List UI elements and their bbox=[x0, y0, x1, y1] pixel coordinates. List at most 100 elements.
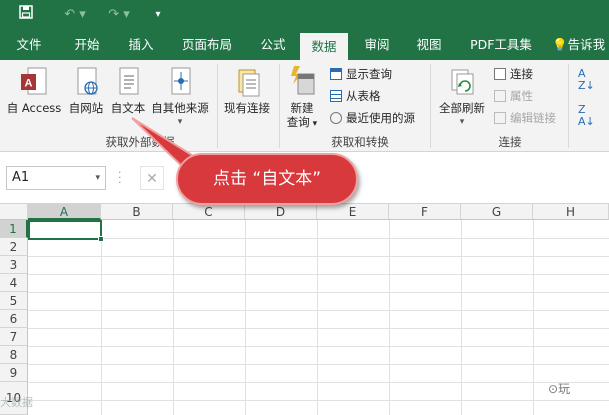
existing-connections-button[interactable]: 现有连接 bbox=[220, 66, 274, 115]
sort-za-icon[interactable]: Z A↓ bbox=[578, 104, 595, 128]
tell-me-label: 告诉我 bbox=[567, 37, 606, 52]
ribbon-tabs: 文件 开始 插入 页面布局 公式 数据 审阅 视图 PDF工具集 💡告诉我 bbox=[0, 30, 609, 60]
customize-qat-icon[interactable]: ▾ bbox=[150, 5, 166, 25]
globe-page-icon bbox=[72, 66, 100, 98]
existing-connections-icon bbox=[233, 66, 261, 98]
tab-page-layout[interactable]: 页面布局 bbox=[172, 30, 242, 60]
row-header-6[interactable]: 6 bbox=[0, 310, 28, 328]
refresh-all-button[interactable]: 全部刷新 ▾ bbox=[434, 66, 490, 129]
watermark-right-label: 玩 bbox=[558, 382, 571, 396]
column-header-g[interactable]: G bbox=[461, 204, 533, 220]
access-icon: A bbox=[20, 66, 48, 98]
get-transform-group-label: 获取和转换 bbox=[331, 135, 389, 149]
tab-pdf-tools[interactable]: PDF工具集 bbox=[462, 30, 540, 60]
chevron-down-icon: ▾ bbox=[459, 117, 465, 127]
divider bbox=[217, 64, 218, 148]
divider bbox=[279, 64, 280, 148]
sort-az-icon[interactable]: A Z↓ bbox=[578, 68, 595, 92]
edit-links-icon bbox=[494, 112, 506, 124]
from-web-label: 自网站 bbox=[68, 101, 104, 115]
from-other-sources-label: 自其他来源 bbox=[151, 101, 209, 115]
recent-sources-label: 最近使用的源 bbox=[346, 111, 415, 125]
row-header-7[interactable]: 7 bbox=[0, 328, 28, 346]
refresh-all-label: 全部刷新 bbox=[439, 101, 485, 115]
new-query-button[interactable]: 新建 查询 ▾ bbox=[282, 64, 322, 131]
connections-label: 连接 bbox=[510, 67, 533, 81]
row-header-3[interactable]: 3 bbox=[0, 256, 28, 274]
formula-bar-grip-icon: · · · bbox=[118, 166, 122, 189]
column-header-e[interactable]: E bbox=[317, 204, 389, 220]
selected-cell-a1[interactable] bbox=[28, 220, 102, 240]
column-header-h[interactable]: H bbox=[533, 204, 609, 220]
tab-home[interactable]: 开始 bbox=[64, 30, 110, 60]
svg-text:A: A bbox=[25, 78, 33, 90]
tell-me[interactable]: 💡告诉我 bbox=[552, 30, 609, 60]
show-queries-icon bbox=[330, 68, 342, 80]
column-header-a[interactable]: A bbox=[28, 204, 101, 220]
column-header-b[interactable]: B bbox=[101, 204, 173, 220]
from-web-button[interactable]: 自网站 bbox=[64, 66, 108, 115]
from-table-label: 从表格 bbox=[346, 89, 381, 103]
from-table-button[interactable]: 从表格 bbox=[330, 88, 381, 104]
chevron-down-icon: ▾ bbox=[309, 119, 318, 129]
new-query-label: 查询 bbox=[286, 115, 310, 129]
tab-view[interactable]: 视图 bbox=[406, 30, 452, 60]
new-query-icon bbox=[288, 64, 316, 98]
recent-sources-button[interactable]: 最近使用的源 bbox=[330, 110, 415, 126]
new-query-label-1: 新建 bbox=[290, 101, 314, 115]
connections-group-label: 连接 bbox=[498, 135, 522, 149]
wechat-icon: ⊙ bbox=[548, 382, 559, 396]
watermark-right: ⊙玩 bbox=[548, 380, 570, 397]
from-access-button[interactable]: A 自 Access bbox=[4, 66, 64, 115]
table-icon bbox=[330, 90, 342, 102]
show-queries-button[interactable]: 显示查询 bbox=[330, 66, 392, 82]
tab-file[interactable]: 文件 bbox=[6, 30, 52, 60]
cancel-icon[interactable]: ✕ bbox=[140, 166, 164, 190]
row-header-9[interactable]: 9 bbox=[0, 364, 28, 382]
text-file-icon bbox=[114, 66, 142, 98]
from-access-label: 自 Access bbox=[6, 101, 62, 115]
name-box-value: A1 bbox=[12, 170, 30, 185]
watermark: 大数据 bbox=[0, 394, 33, 410]
row-header-8[interactable]: 8 bbox=[0, 346, 28, 364]
fill-handle[interactable] bbox=[98, 236, 104, 242]
from-other-sources-button[interactable]: 自其他来源 ▾ bbox=[148, 66, 212, 129]
connections-icon bbox=[494, 68, 506, 80]
row-header-1[interactable]: 1 bbox=[0, 220, 28, 238]
tab-formulas[interactable]: 公式 bbox=[250, 30, 296, 60]
divider bbox=[568, 64, 569, 148]
other-sources-icon bbox=[166, 66, 194, 98]
edit-links-label: 编辑链接 bbox=[510, 111, 556, 125]
redo-icon[interactable]: ↷ ▾ bbox=[104, 5, 134, 25]
name-box[interactable]: A1 ▾ bbox=[6, 166, 106, 190]
worksheet-grid[interactable]: A B C D E F G H 1 2 3 4 5 6 7 8 9 10 大数据… bbox=[0, 204, 609, 415]
quick-access-toolbar: ↶ ▾ ↷ ▾ ▾ bbox=[0, 0, 609, 30]
recent-sources-icon bbox=[330, 112, 342, 124]
column-header-d[interactable]: D bbox=[245, 204, 317, 220]
column-header-c[interactable]: C bbox=[173, 204, 245, 220]
column-header-f[interactable]: F bbox=[389, 204, 461, 220]
tab-data[interactable]: 数据 bbox=[300, 33, 348, 60]
from-text-label: 自文本 bbox=[110, 101, 146, 115]
row-header-5[interactable]: 5 bbox=[0, 292, 28, 310]
lightbulb-icon: 💡 bbox=[552, 37, 568, 52]
properties-label: 属性 bbox=[510, 89, 533, 103]
tab-insert[interactable]: 插入 bbox=[118, 30, 164, 60]
divider bbox=[430, 64, 431, 148]
undo-icon[interactable]: ↶ ▾ bbox=[60, 5, 90, 25]
tab-review[interactable]: 审阅 bbox=[354, 30, 400, 60]
existing-connections-label: 现有连接 bbox=[224, 101, 270, 115]
from-text-button[interactable]: 自文本 bbox=[106, 66, 150, 115]
watermark-left: 大数据 bbox=[0, 396, 33, 409]
chevron-down-icon: ▾ bbox=[177, 117, 183, 127]
select-all-corner[interactable] bbox=[0, 204, 28, 220]
properties-icon bbox=[494, 90, 506, 102]
show-queries-label: 显示查询 bbox=[346, 67, 392, 81]
chevron-down-icon[interactable]: ▾ bbox=[95, 167, 100, 189]
row-header-4[interactable]: 4 bbox=[0, 274, 28, 292]
save-icon[interactable] bbox=[16, 5, 36, 26]
connections-button[interactable]: 连接 bbox=[494, 66, 533, 82]
row-header-2[interactable]: 2 bbox=[0, 238, 28, 256]
properties-button[interactable]: 属性 bbox=[494, 88, 533, 104]
edit-links-button[interactable]: 编辑链接 bbox=[494, 110, 556, 126]
